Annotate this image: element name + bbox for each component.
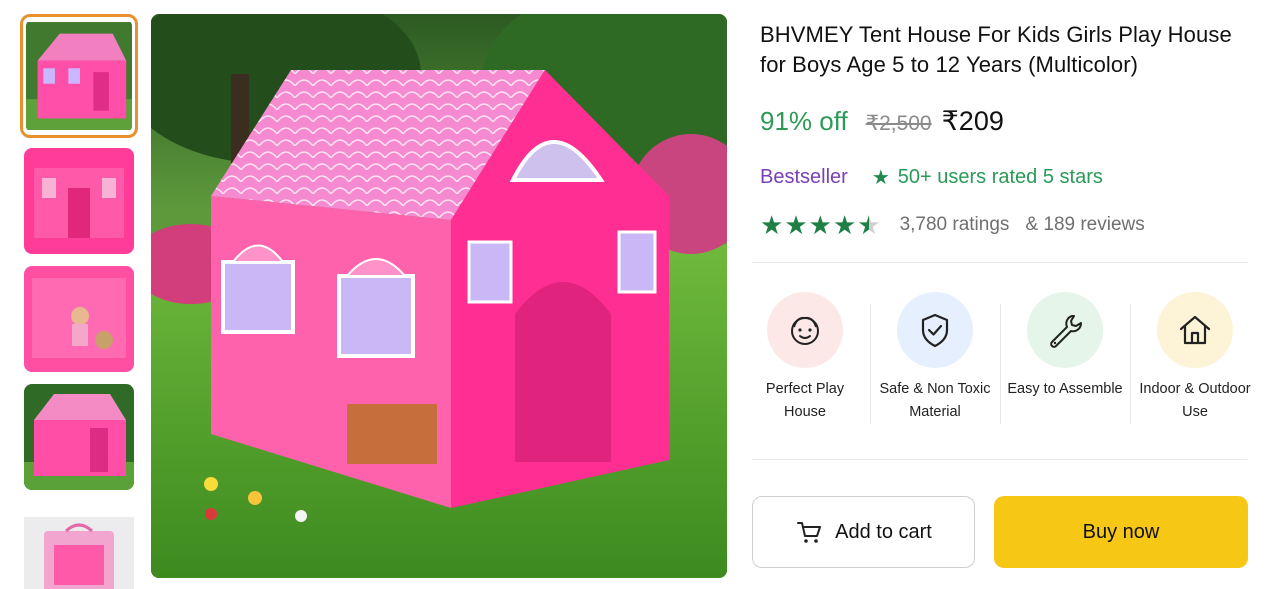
badge-row: Bestseller ★ 50+ users rated 5 stars (760, 165, 1103, 190)
buy-now-button[interactable]: Buy now (994, 496, 1248, 568)
discount-percent: 91% off (760, 106, 848, 136)
feature-highlights: Perfect Play House Safe & Non Toxic Mate… (740, 292, 1260, 424)
add-to-cart-label: Add to cart (835, 520, 932, 543)
tent-interior-thumbnail (24, 148, 134, 254)
star-icon: ★ (871, 167, 890, 189)
feature-label: Perfect Play House (765, 381, 845, 420)
feature-safe-non-toxic: Safe & Non Toxic Material (870, 292, 1000, 424)
buy-now-label: Buy now (1082, 520, 1160, 543)
child-in-tent-thumbnail (24, 266, 134, 372)
thumbnail-5[interactable] (24, 502, 134, 589)
tent-package-thumbnail (24, 517, 134, 589)
original-price: ₹2,500 (865, 112, 932, 135)
product-title: BHVMEY Tent House For Kids Girls Play Ho… (760, 22, 1232, 77)
five-star-users-badge: ★ 50+ users rated 5 stars (872, 165, 1103, 190)
ratings-count: 3,780 ratings (899, 214, 1010, 235)
tent-side-thumbnail (24, 384, 134, 490)
star-icon: ★ (808, 210, 832, 240)
selling-price: ₹209 (941, 106, 1004, 136)
thumbnail-1[interactable] (20, 14, 138, 138)
bestseller-badge: Bestseller (760, 166, 848, 188)
wrench-icon (1050, 315, 1082, 348)
star-icon: ★ (832, 210, 857, 240)
price-row: 91% off ₹2,500 ₹209 (760, 106, 1004, 137)
main-product-image[interactable] (151, 14, 727, 578)
divider (752, 459, 1247, 460)
rating-row[interactable]: ★ ★ ★ ★ ★ 3,780 ratings & 189 reviews (760, 212, 1145, 238)
feature-icon-circle (1157, 292, 1233, 368)
thumbnail-4[interactable] (24, 384, 134, 490)
feature-indoor-outdoor: Indoor & Outdoor Use (1130, 292, 1260, 424)
thumbnail-2[interactable] (24, 148, 134, 254)
pink-tent-house-image (151, 14, 727, 578)
feature-easy-assemble: Easy to Assemble (1000, 292, 1130, 424)
reviews-count: & 189 reviews (1025, 214, 1145, 235)
feature-label: Indoor & Outdoor Use (1139, 381, 1251, 420)
product-info: BHVMEY Tent House For Kids Girls Play Ho… (760, 20, 1260, 238)
tent-front-thumbnail (26, 22, 132, 130)
star-icon: ★ (784, 210, 808, 240)
feature-icon-circle (1027, 292, 1103, 368)
divider (752, 262, 1247, 263)
thumbnail-3[interactable] (24, 266, 134, 372)
half-star-icon: ★ (857, 210, 881, 240)
rating-stars: ★ ★ ★ ★ ★ (760, 212, 882, 238)
shield-check-icon (921, 313, 949, 348)
add-to-cart-button[interactable]: Add to cart (752, 496, 975, 568)
feature-label: Easy to Assemble (1007, 381, 1123, 397)
feature-icon-circle (767, 292, 843, 368)
five-star-users-text: 50+ users rated 5 stars (897, 166, 1103, 188)
star-icon: ★ (760, 210, 784, 240)
feature-icon-circle (897, 292, 973, 368)
feature-label: Safe & Non Toxic Material (879, 381, 991, 420)
smiley-face-icon (791, 316, 819, 345)
feature-perfect-play-house: Perfect Play House (740, 292, 870, 424)
cart-icon (797, 522, 822, 543)
home-icon (1179, 315, 1211, 345)
